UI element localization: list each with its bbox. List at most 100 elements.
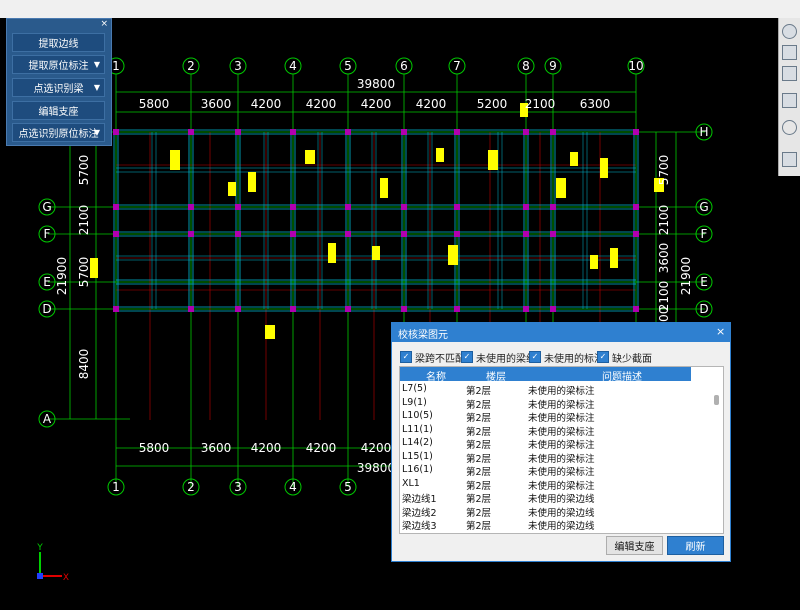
column-mark (188, 129, 194, 135)
axis-label-8: 8 (522, 59, 530, 73)
column-mark (290, 231, 296, 237)
column-mark (550, 129, 556, 135)
span-dimension-text: 4200 (416, 97, 447, 111)
scrollbar-thumb[interactable] (714, 395, 719, 405)
close-icon[interactable]: × (716, 325, 725, 338)
table-row[interactable]: L7(5) 第2层 未使用的梁标注 (400, 383, 700, 397)
extract-annotation-button[interactable]: 提取原位标注 ▼ (12, 55, 105, 74)
column-mark (454, 129, 460, 135)
checkbox-icon[interactable]: ✓ (529, 351, 541, 363)
column-mark (345, 306, 351, 312)
beam-annotation (436, 148, 444, 162)
dropdown-arrow-icon[interactable]: ▼ (94, 60, 100, 69)
cell-floor: 第2层 (466, 521, 492, 532)
filter-span-mismatch[interactable]: ✓ 梁跨不匹配 (400, 351, 465, 365)
column-mark (454, 231, 460, 237)
column-mark (523, 129, 529, 135)
beam-annotation (228, 182, 236, 196)
checkbox-icon[interactable]: ✓ (597, 351, 609, 363)
checkbox-icon[interactable]: ✓ (461, 351, 473, 363)
column-mark (113, 306, 119, 312)
beam-annotation (372, 246, 380, 260)
grid-layers-icon[interactable] (782, 152, 797, 167)
dialog-titlebar[interactable]: 校核梁图元 × (392, 323, 730, 342)
dropdown-arrow-icon[interactable]: ▼ (94, 83, 100, 92)
column-mark (235, 306, 241, 312)
axis-label-G: G (699, 200, 708, 214)
dialog-title: 校核梁图元 (398, 330, 448, 341)
cell-issue: 未使用的梁边线 (528, 521, 595, 532)
axis-label-E: E (700, 275, 708, 289)
span-dimension-text: 5800 (139, 97, 170, 111)
button-label: 提取原位标注 (28, 61, 89, 72)
axis-label-5: 5 (344, 59, 352, 73)
cell-name: L14(2) (402, 437, 433, 448)
cell-name: L11(1) (402, 423, 433, 435)
cell-name: L15(1) (402, 450, 433, 462)
panel-close-icon[interactable]: × (100, 19, 108, 29)
2d-view-icon[interactable] (782, 45, 797, 60)
beam-annotation (600, 158, 608, 178)
cell-floor: 第2层 (466, 399, 492, 411)
table-row[interactable]: L9(1) 第2层 未使用的梁标注 (400, 396, 700, 411)
beam-annotation (380, 178, 388, 198)
cell-issue: 未使用的梁标注 (528, 399, 595, 411)
beam-annotation (448, 245, 458, 265)
axis-label-5: 5 (344, 480, 352, 494)
axis-label-3: 3 (234, 59, 242, 73)
issue-table[interactable]: 名称 楼层 问题描述 L7(5) 第2层 未使用的梁标注 L9(1) 第2层 未使用的梁标… (399, 366, 724, 534)
column-mark (235, 231, 241, 237)
filter-unused-beamline[interactable]: ✓ 未使用的梁线 (461, 351, 536, 365)
table-row[interactable]: L10(5) 第2层 未使用的梁标注 (400, 410, 700, 424)
3d-view-icon[interactable] (782, 66, 797, 81)
span-dimension-text: 6300 (580, 97, 611, 111)
span-dimension-text: 4200 (306, 97, 337, 111)
column-mark (550, 204, 556, 210)
table-row[interactable]: XL1 第2层 未使用的梁标注 (400, 478, 700, 492)
column-header-name[interactable]: 名称 (426, 368, 446, 383)
rotate-icon[interactable] (782, 120, 797, 135)
orbit-icon[interactable] (782, 24, 797, 39)
refresh-button[interactable]: 刷新 (667, 536, 724, 555)
filter-unused-annotation[interactable]: ✓ 未使用的标注 (529, 351, 604, 365)
table-row[interactable]: L15(1) 第2层 未使用的梁标注 (400, 450, 700, 465)
beam-annotation (248, 172, 256, 192)
select-identify-annotation-button[interactable]: 点选识别原位标注 ▼ (12, 123, 105, 142)
axis-label-A: A (43, 412, 52, 426)
axis-label-F: F (701, 227, 708, 241)
table-row[interactable]: 梁边线1 第2层 未使用的梁边线 (400, 491, 700, 505)
table-row[interactable]: 梁边线3 第2层 未使用的梁边线 (400, 518, 700, 532)
cell-name: L9(1) (402, 396, 427, 408)
beam-annotation (610, 248, 618, 268)
y-axis-label: Y (36, 543, 43, 553)
cell-floor: 第2层 (466, 386, 492, 397)
cell-name: L7(5) (402, 383, 427, 394)
right-dimension-text: 3600 (657, 243, 671, 274)
column-mark (633, 231, 639, 237)
table-row[interactable]: L16(1) 第2层 未使用的梁标注 (400, 464, 700, 478)
edit-support-button[interactable]: 编辑支座 (12, 101, 105, 120)
button-label: 提取边线 (38, 39, 79, 50)
cell-name: L16(1) (402, 464, 433, 475)
select-identify-beam-button[interactable]: 点选识别梁 ▼ (12, 78, 105, 97)
checkbox-icon[interactable]: ✓ (400, 351, 412, 363)
left-dimension-text: 2100 (77, 205, 91, 236)
table-row[interactable]: 梁边线2 第2层 未使用的梁边线 (400, 505, 700, 519)
cell-floor: 第2层 (466, 507, 492, 519)
table-row[interactable]: L14(2) 第2层 未使用的梁标注 (400, 437, 700, 451)
beam-annotation (328, 243, 336, 263)
box-view-icon[interactable] (782, 93, 797, 108)
table-row[interactable]: L11(1) 第2层 未使用的梁标注 (400, 423, 700, 438)
column-header-issue[interactable]: 问题描述 (602, 368, 642, 383)
cell-floor: 第2层 (466, 480, 492, 492)
cell-floor: 第2层 (466, 494, 492, 505)
beam-annotation (556, 178, 566, 198)
filter-missing-section[interactable]: ✓ 缺少截面 (597, 351, 652, 365)
button-label: 编辑支座 (38, 107, 79, 118)
edit-support-button[interactable]: 编辑支座 (606, 536, 663, 555)
extract-edge-button[interactable]: 提取边线 (12, 33, 105, 52)
column-mark (523, 306, 529, 312)
column-header-floor[interactable]: 楼层 (486, 368, 506, 383)
top-toolbar (0, 0, 800, 19)
dropdown-arrow-icon[interactable]: ▼ (94, 128, 100, 137)
